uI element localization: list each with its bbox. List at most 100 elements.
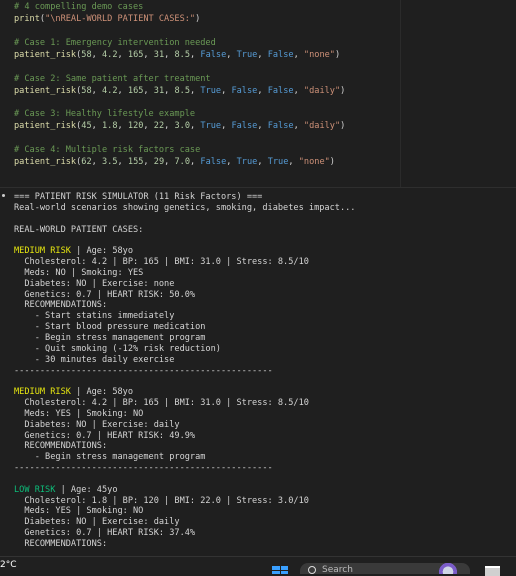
code-token: 45 [81,121,92,132]
risk-header-line: LOW RISK | Age: 45yo [14,485,516,496]
code-token: # Case 3: Healthy lifestyle example [14,109,196,120]
output-line: RECOMMENDATIONS: [14,441,516,452]
code-token: ) [195,13,201,24]
output-text: Genetics: 0.7 | HEART RISK: 49.9% [14,430,196,441]
code-token: , [293,85,304,96]
code-token: ) [340,85,346,96]
output-text: - Start statins immediately [14,311,175,322]
output-line: === PATIENT RISK SIMULATOR (11 Risk Fact… [14,192,516,203]
code-token: patient_risk [14,49,77,60]
code-token: , [143,121,154,132]
output-text: | Age: 58yo [70,387,134,398]
code-token: print [14,13,40,24]
code-token: , [117,49,128,60]
code-token: 1.8 [102,121,118,132]
output-text: - Begin stress management program [14,332,206,343]
output-line: Meds: NO | Smoking: YES [14,268,516,279]
code-token: , [164,157,175,168]
output-text: RECOMMENDATIONS: [14,441,108,452]
output-text: Diabetes: NO | Exercise: daily [14,419,180,430]
code-token: 58 [81,85,92,96]
code-token: # Case 4: Multiple risk factors case [14,145,201,156]
output-line: Genetics: 0.7 | HEART RISK: 37.4% [14,528,516,539]
output-line: Diabetes: NO | Exercise: daily [14,420,516,431]
output-line: Genetics: 0.7 | HEART RISK: 50.0% [14,290,516,301]
cell-output: === PATIENT RISK SIMULATOR (11 Risk Fact… [0,188,516,556]
code-token: 165 [127,49,144,60]
code-token: , [117,157,128,168]
code-token: 3.0 [174,121,191,132]
code-token: ) [329,157,335,168]
code-token: , [117,85,128,96]
code-token: , [117,121,128,132]
code-token: False [231,121,258,132]
code-token: 29 [153,157,165,168]
code-cell[interactable]: # 4 compelling demo cases print("\nREAL-W… [0,0,401,187]
taskbar-app-icon[interactable] [485,566,500,576]
output-line: ----------------------------------------… [14,463,516,474]
code-token: False [200,157,227,168]
search-highlight-icon [436,563,460,574]
code-token: False [267,85,294,96]
cell-gutter [402,0,516,187]
output-text: Meds: NO | Smoking: YES [14,267,144,278]
code-token: ) [340,121,346,132]
code-token: 22 [153,121,165,132]
output-line: Meds: YES | Smoking: NO [14,506,516,517]
code-token: , [293,49,304,60]
output-text: | Age: 58yo [70,246,134,257]
output-text: === PATIENT RISK SIMULATOR (11 Risk Fact… [14,192,263,202]
code-token: 155 [127,157,144,168]
output-line: Cholesterol: 4.2 | BP: 165 | BMI: 31.0 |… [14,398,516,409]
code-token: , [221,85,232,96]
output-text: Genetics: 0.7 | HEART RISK: 37.4% [14,528,196,539]
risk-level-label: LOW RISK [14,484,56,495]
code-token: 4.2 [102,49,118,60]
code-token: patient_risk [14,121,77,132]
code-token: 31 [153,49,165,60]
output-line: - Start statins immediately [14,311,516,322]
code-token: 8.5 [174,85,191,96]
code-token: , [257,49,268,60]
risk-header-line: MEDIUM RISK | Age: 58yo [14,387,516,398]
code-token: , [91,121,102,132]
output-line: - 30 minutes daily exercise [14,355,516,366]
code-token: "daily" [303,121,341,132]
code-token: False [200,49,227,60]
output-text: RECOMMENDATIONS: [14,300,108,311]
taskbar-search-box[interactable]: Search [300,563,470,574]
code-token: , [190,157,201,168]
output-text: Genetics: 0.7 | HEART RISK: 50.0% [14,289,196,300]
output-text: | Age: 45yo [55,484,118,495]
code-token: 8.5 [174,49,191,60]
output-text: REAL-WORLD PATIENT CASES: [14,224,144,235]
output-line: RECOMMENDATIONS: [14,539,516,550]
code-line: # Case 4: Multiple risk factors case [14,145,400,157]
code-token: , [288,157,299,168]
code-token: , [226,157,237,168]
code-line: print("\nREAL-WORLD PATIENT CASES:") [14,14,400,26]
output-line: - Begin stress management program [14,452,516,463]
output-line: Genetics: 0.7 | HEART RISK: 49.9% [14,431,516,442]
code-token: , [91,85,102,96]
output-text: Cholesterol: 4.2 | BP: 165 | BMI: 31.0 |… [14,257,309,268]
code-token: # 4 compelling demo cases [14,2,144,12]
code-token: , [257,157,268,168]
code-line: patient_risk(62, 3.5, 155, 29, 7.0, Fals… [14,157,400,169]
code-token: True [236,49,258,60]
output-text: ----------------------------------------… [14,365,273,376]
code-token: True [267,157,289,168]
output-line: Cholesterol: 4.2 | BP: 165 | BMI: 31.0 |… [14,257,516,268]
code-line: patient_risk(58, 4.2, 165, 31, 8.5, True… [14,86,400,98]
output-line: - Begin stress management program [14,333,516,344]
code-token: "\nREAL-WORLD PATIENT CASES:" [45,13,196,24]
output-line: Real-world scenarios showing genetics, s… [14,203,516,214]
code-token: 7.0 [174,157,191,168]
code-token: # Case 2: Same patient after treatment [14,73,211,84]
output-text: - Start blood pressure medication [14,322,206,333]
weather-temperature[interactable]: 2°C [0,560,17,571]
output-text: - Begin stress management program [14,452,206,463]
risk-header-line: MEDIUM RISK | Age: 58yo [14,246,516,257]
